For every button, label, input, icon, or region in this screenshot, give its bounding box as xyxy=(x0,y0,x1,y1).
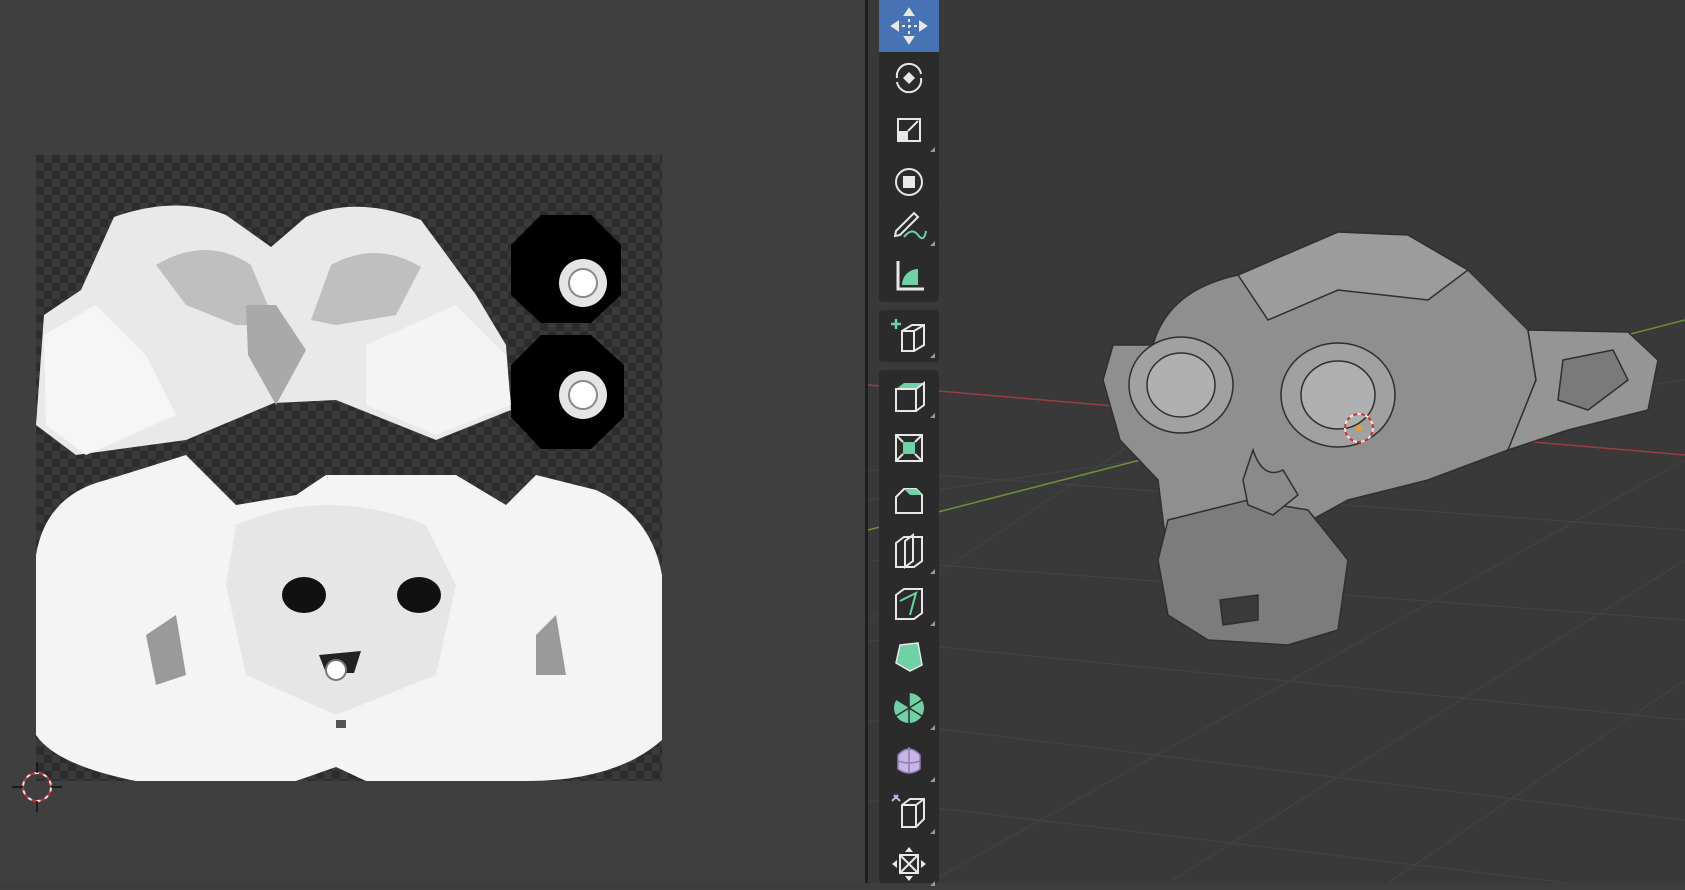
tool-group-add xyxy=(879,310,939,362)
measure-icon xyxy=(896,261,924,291)
uv-image-canvas[interactable] xyxy=(36,155,662,781)
annotate-tool-button[interactable] xyxy=(879,198,939,250)
uv-texture-islands xyxy=(36,205,662,781)
inset-icon xyxy=(895,434,923,462)
edge-slide-tool-button[interactable] xyxy=(879,786,939,838)
poly-build-tool-button[interactable] xyxy=(879,630,939,682)
2d-cursor-icon[interactable] xyxy=(12,762,62,812)
submenu-indicator xyxy=(930,777,935,782)
submenu-indicator xyxy=(930,569,935,574)
scale-icon xyxy=(897,118,921,142)
add-cube-tool-button[interactable] xyxy=(879,310,939,362)
smooth-tool-button[interactable] xyxy=(879,734,939,786)
move-tool-button[interactable] xyxy=(879,0,939,52)
transform-icon xyxy=(895,168,923,196)
loop-cut-tool-button[interactable] xyxy=(879,526,939,578)
submenu-indicator xyxy=(930,725,935,730)
bevel-tool-button[interactable] xyxy=(879,474,939,526)
move-icon xyxy=(890,7,928,45)
spin-icon xyxy=(894,692,924,723)
submenu-indicator xyxy=(930,353,935,358)
extrude-icon xyxy=(895,381,925,412)
suzanne-mesh[interactable] xyxy=(1102,231,1659,646)
viewport-scene xyxy=(868,231,1685,883)
scale-tool-button[interactable] xyxy=(879,104,939,156)
submenu-indicator xyxy=(930,147,935,152)
toolbar xyxy=(879,0,939,886)
3d-viewport[interactable] xyxy=(868,0,1685,883)
submenu-indicator xyxy=(930,413,935,418)
submenu-indicator xyxy=(930,881,935,886)
inset-faces-tool-button[interactable] xyxy=(879,422,939,474)
bevel-icon xyxy=(895,488,923,514)
extrude-region-tool-button[interactable] xyxy=(879,370,939,422)
knife-icon xyxy=(895,588,923,620)
shrink-fatten-icon xyxy=(892,847,926,881)
tool-group-mesh-edit xyxy=(879,370,939,886)
add-cube-icon xyxy=(891,319,925,352)
smooth-icon xyxy=(897,747,921,774)
submenu-indicator xyxy=(930,241,935,246)
rotate-tool-button[interactable] xyxy=(879,52,939,104)
uv-editor[interactable] xyxy=(0,0,865,883)
loop-cut-icon xyxy=(895,533,923,569)
annotate-icon xyxy=(893,211,927,240)
measure-tool-button[interactable] xyxy=(879,250,939,302)
tool-group-annotate xyxy=(879,198,939,302)
submenu-indicator xyxy=(930,621,935,626)
edge-slide-icon xyxy=(891,794,925,828)
knife-tool-button[interactable] xyxy=(879,578,939,630)
poly-build-icon xyxy=(895,642,923,672)
tool-group-transform xyxy=(879,0,939,208)
rotate-icon xyxy=(895,62,923,94)
spin-tool-button[interactable] xyxy=(879,682,939,734)
shrink-fatten-tool-button[interactable] xyxy=(879,838,939,890)
submenu-indicator xyxy=(930,829,935,834)
